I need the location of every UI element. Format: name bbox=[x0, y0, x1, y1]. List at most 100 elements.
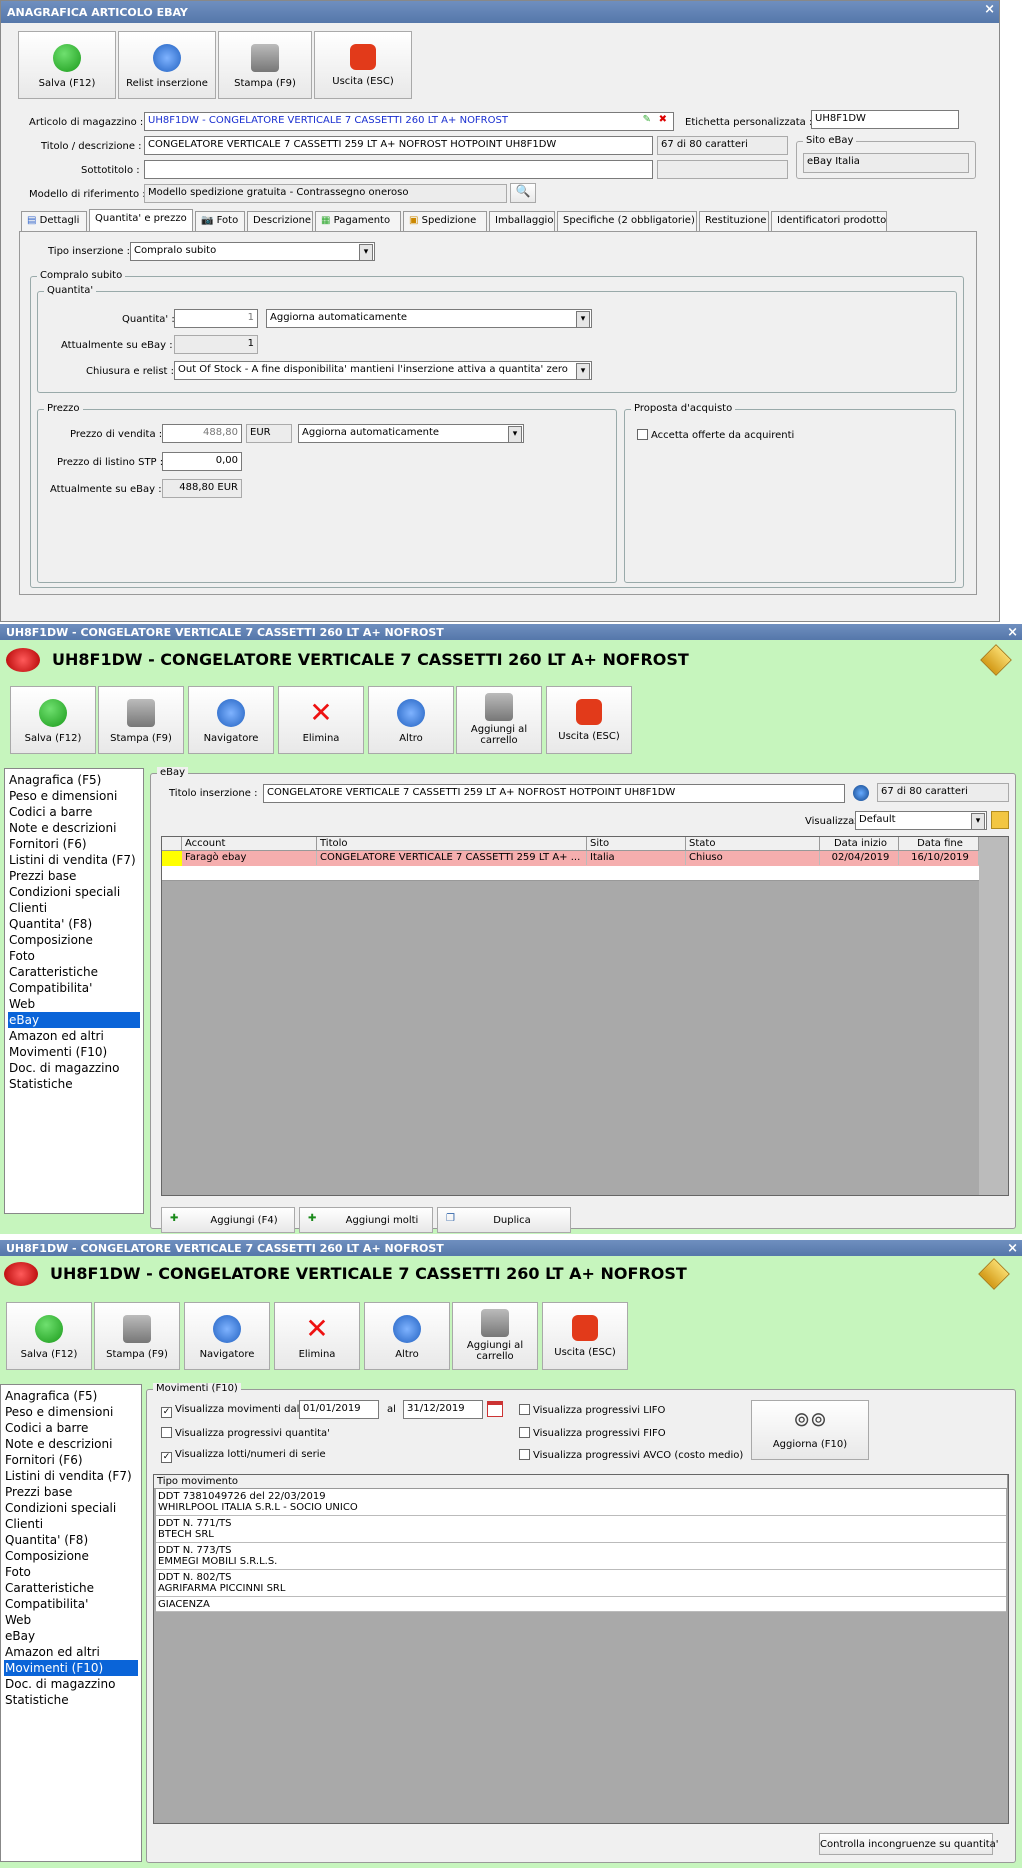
sidebar-item[interactable]: Note e descrizioni bbox=[4, 1436, 138, 1452]
sidebar-item[interactable]: Doc. di magazzino bbox=[4, 1676, 138, 1692]
pencil-icon[interactable]: ✎ bbox=[643, 114, 651, 125]
vis-movimenti-checkbox[interactable]: ✓ Visualizza movimenti dal bbox=[161, 1404, 299, 1418]
list-item[interactable]: DDT N. 771/TS BTECH SRL bbox=[156, 1516, 1006, 1543]
sidebar-item[interactable]: Web bbox=[4, 1612, 138, 1628]
delete-button[interactable]: ✕ Elimina bbox=[274, 1302, 360, 1370]
tab-dettagli[interactable]: ▤ Dettagli bbox=[21, 211, 87, 231]
sidebar-item[interactable]: Foto bbox=[8, 948, 140, 964]
col-stato[interactable]: Stato bbox=[686, 837, 820, 851]
col-tipo-movimento[interactable]: Tipo movimento bbox=[154, 1475, 1008, 1489]
sidebar-item[interactable]: Clienti bbox=[4, 1516, 138, 1532]
avco-checkbox[interactable]: Visualizza progressivi AVCO (costo medio… bbox=[519, 1449, 743, 1461]
add-button[interactable]: ✚ Aggiungi (F4) bbox=[161, 1207, 295, 1233]
sidebar-item[interactable]: Codici a barre bbox=[8, 804, 140, 820]
navigator-button[interactable]: Navigatore bbox=[184, 1302, 270, 1370]
giacenza-row[interactable]: GIACENZA bbox=[156, 1597, 1006, 1612]
titolo-field[interactable]: CONGELATORE VERTICALE 7 CASSETTI 259 LT … bbox=[144, 136, 653, 155]
close-icon[interactable]: × bbox=[984, 2, 995, 17]
sidebar-item-ebay[interactable]: eBay bbox=[8, 1012, 140, 1028]
sidebar-item[interactable]: Amazon ed altri bbox=[8, 1028, 140, 1044]
folder-icon[interactable] bbox=[991, 811, 1009, 829]
sidebar-item[interactable]: Compatibilita' bbox=[4, 1596, 138, 1612]
visualizzazione-select[interactable]: Default bbox=[855, 811, 987, 830]
sidebar-item[interactable]: Peso e dimensioni bbox=[8, 788, 140, 804]
exit-button[interactable]: Uscita (ESC) bbox=[542, 1302, 628, 1370]
save-button[interactable]: Salva (F12) bbox=[18, 31, 116, 99]
vis-qty-checkbox[interactable]: Visualizza progressivi quantita' bbox=[161, 1427, 330, 1439]
search-button[interactable]: 🔍 bbox=[510, 183, 536, 203]
tab-restituzione[interactable]: Restituzione bbox=[699, 211, 769, 231]
proposta-checkbox[interactable]: Accetta offerte da acquirenti bbox=[637, 429, 794, 441]
sidebar-item[interactable]: Listini di vendita (F7) bbox=[4, 1468, 138, 1484]
date-from-field[interactable]: 01/01/2019 bbox=[299, 1400, 379, 1419]
qty-field[interactable]: 1 bbox=[174, 309, 258, 328]
list-item[interactable]: DDT 7381049726 del 22/03/2019 WHIRLPOOL I… bbox=[156, 1489, 1006, 1516]
print-button[interactable]: Stampa (F9) bbox=[98, 686, 184, 754]
sidebar-item[interactable]: Foto bbox=[4, 1564, 138, 1580]
tab-foto[interactable]: 📷 Foto bbox=[195, 211, 245, 231]
other-button[interactable]: Altro bbox=[368, 686, 454, 754]
sidebar-item[interactable]: Anagrafica (F5) bbox=[4, 1388, 138, 1404]
sidebar-item[interactable]: Doc. di magazzino bbox=[8, 1060, 140, 1076]
tab-descrizione[interactable]: Descrizione bbox=[247, 211, 313, 231]
close-icon[interactable]: × bbox=[1007, 625, 1018, 640]
sidebar-item[interactable]: Fornitori (F6) bbox=[8, 836, 140, 852]
sidebar-item[interactable]: Peso e dimensioni bbox=[4, 1404, 138, 1420]
table-row[interactable]: Faragò ebay CONGELATORE VERTICALE 7 CASS… bbox=[162, 851, 979, 866]
sidebar-item[interactable]: Codici a barre bbox=[4, 1420, 138, 1436]
articolo-field[interactable]: UH8F1DW - CONGELATORE VERTICALE 7 CASSET… bbox=[144, 112, 674, 131]
sidebar-item[interactable]: Statistiche bbox=[4, 1692, 138, 1708]
tab-identificatori[interactable]: Identificatori prodotto bbox=[771, 211, 887, 231]
vis-lotti-checkbox[interactable]: ✓ Visualizza lotti/numeri di serie bbox=[161, 1449, 326, 1463]
sidebar-item[interactable]: Movimenti (F10) bbox=[8, 1044, 140, 1060]
sidebar-item[interactable]: Amazon ed altri bbox=[4, 1644, 138, 1660]
sidebar-item[interactable]: Statistiche bbox=[8, 1076, 140, 1092]
add-to-cart-button[interactable]: Aggiungi al carrello bbox=[456, 686, 542, 754]
prezzo-mode-select[interactable]: Aggiorna automaticamente bbox=[298, 424, 524, 443]
add-to-cart-button[interactable]: Aggiungi al carrello bbox=[452, 1302, 538, 1370]
date-to-field[interactable]: 31/12/2019 bbox=[403, 1400, 483, 1419]
fifo-checkbox[interactable]: Visualizza progressivi FIFO bbox=[519, 1427, 666, 1439]
relist-button[interactable]: Relist inserzione bbox=[118, 31, 216, 99]
chiusura-select[interactable]: Out Of Stock - A fine disponibilita' man… bbox=[174, 361, 592, 380]
add-many-button[interactable]: ✚ Aggiungi molti bbox=[299, 1207, 433, 1233]
globe-icon[interactable] bbox=[853, 785, 869, 801]
empty-row[interactable] bbox=[162, 866, 979, 881]
navigator-button[interactable]: Navigatore bbox=[188, 686, 274, 754]
vertical-scrollbar[interactable] bbox=[979, 837, 1008, 1195]
sottotitolo-field[interactable] bbox=[144, 160, 653, 179]
list-item[interactable]: DDT N. 773/TS EMMEGI MOBILI S.R.L.S. bbox=[156, 1543, 1006, 1570]
col-account[interactable]: Account bbox=[182, 837, 317, 851]
sidebar-item[interactable]: Note e descrizioni bbox=[8, 820, 140, 836]
print-button[interactable]: Stampa (F9) bbox=[218, 31, 312, 99]
tab-spedizione[interactable]: ▣ Spedizione bbox=[403, 211, 487, 231]
save-button[interactable]: Salva (F12) bbox=[10, 686, 96, 754]
calendar-icon[interactable] bbox=[487, 1401, 503, 1417]
sidebar-item[interactable]: Condizioni speciali bbox=[8, 884, 140, 900]
other-button[interactable]: Altro bbox=[364, 1302, 450, 1370]
sidebar-item[interactable]: Caratteristiche bbox=[4, 1580, 138, 1596]
sidebar-item[interactable]: Compatibilita' bbox=[8, 980, 140, 996]
sidebar-item[interactable]: Quantita' (F8) bbox=[4, 1532, 138, 1548]
sidebar-item[interactable]: Clienti bbox=[8, 900, 140, 916]
sidebar-item-movimenti[interactable]: Movimenti (F10) bbox=[4, 1660, 138, 1676]
prezzo-vendita-field[interactable]: 488,80 bbox=[162, 424, 242, 443]
col-titolo[interactable]: Titolo bbox=[317, 837, 587, 851]
sidebar-item[interactable]: Prezzi base bbox=[8, 868, 140, 884]
col-data-inizio[interactable]: Data inizio bbox=[820, 837, 899, 851]
tab-quantita-prezzo[interactable]: Quantita' e prezzo bbox=[89, 209, 193, 232]
sidebar-item[interactable]: Composizione bbox=[8, 932, 140, 948]
refresh-button[interactable]: ⊚⊚ Aggiorna (F10) bbox=[751, 1400, 869, 1460]
exit-button[interactable]: Uscita (ESC) bbox=[546, 686, 632, 754]
list-item[interactable]: DDT N. 802/TS AGRIFARMA PICCINNI SRL bbox=[156, 1570, 1006, 1597]
print-button[interactable]: Stampa (F9) bbox=[94, 1302, 180, 1370]
listino-field[interactable]: 0,00 bbox=[162, 452, 242, 471]
tab-pagamento[interactable]: ▦ Pagamento bbox=[315, 211, 401, 231]
tab-imballaggio[interactable]: Imballaggio bbox=[489, 211, 555, 231]
tab-specifiche[interactable]: Specifiche (2 obbligatorie) bbox=[557, 211, 697, 231]
qty-mode-select[interactable]: Aggiorna automaticamente bbox=[266, 309, 592, 328]
col-sito[interactable]: Sito bbox=[587, 837, 686, 851]
sidebar-item[interactable]: eBay bbox=[4, 1628, 138, 1644]
sidebar-item[interactable]: Composizione bbox=[4, 1548, 138, 1564]
etichetta-field[interactable]: UH8F1DW bbox=[811, 110, 959, 129]
